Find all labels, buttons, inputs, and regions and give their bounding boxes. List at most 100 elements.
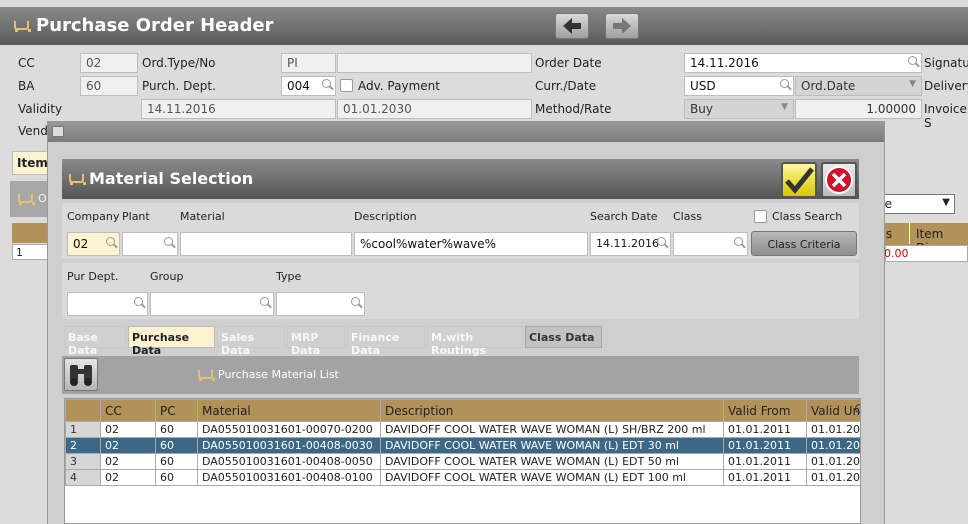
class-search-label: Class Search bbox=[772, 210, 843, 223]
cell-cc: 02 bbox=[100, 469, 156, 486]
search-icon[interactable] bbox=[134, 297, 143, 306]
class-label: Class bbox=[673, 210, 702, 223]
adv-payment-checkbox[interactable] bbox=[340, 79, 353, 92]
search-icon[interactable] bbox=[322, 79, 331, 88]
cc-field[interactable]: 02 bbox=[80, 53, 138, 73]
cc-label: CC bbox=[18, 56, 35, 70]
search-icon[interactable] bbox=[351, 297, 360, 306]
row-value: 0.00 bbox=[884, 247, 909, 260]
material-field[interactable] bbox=[180, 232, 352, 256]
orderdate-label: Order Date bbox=[535, 56, 602, 70]
column-rownum bbox=[65, 399, 101, 422]
window-icon bbox=[52, 126, 64, 137]
company-value: 02 bbox=[73, 237, 89, 251]
ba-label: BA bbox=[18, 79, 35, 93]
purdept-field[interactable] bbox=[67, 292, 148, 316]
cell-material: DA055010031601-00408-0050 bbox=[197, 453, 381, 470]
items-toolbar: O bbox=[10, 181, 48, 217]
orderdate-field[interactable]: 14.11.2016 bbox=[684, 53, 922, 73]
validity-label: Validity bbox=[18, 102, 63, 116]
method-select[interactable]: Buy ▼ bbox=[684, 99, 794, 119]
ba-field[interactable]: 60 bbox=[80, 76, 138, 96]
search-icon[interactable] bbox=[164, 237, 173, 246]
previous-button[interactable] bbox=[555, 13, 589, 39]
items-grid-header bbox=[12, 223, 48, 243]
purchdept-field[interactable]: 004 bbox=[281, 76, 336, 96]
search-icon[interactable] bbox=[260, 297, 269, 306]
toolbar-label: O bbox=[38, 192, 47, 205]
table-row[interactable]: 4 02 60 DA055010031601-00408-0100 DAVIDO… bbox=[65, 469, 860, 486]
items-grid-header-right: s Item Disc bbox=[885, 222, 968, 255]
class-field[interactable] bbox=[673, 232, 748, 256]
items-row-right: 0.00 bbox=[884, 245, 968, 262]
cell-material: DA055010031601-00408-0030 bbox=[197, 437, 381, 454]
class-criteria-button[interactable]: Class Criteria bbox=[751, 231, 857, 256]
validity-from-field[interactable]: 14.11.2016 bbox=[141, 99, 336, 119]
search-icon[interactable] bbox=[106, 237, 115, 246]
items-row-number[interactable]: 1 bbox=[12, 244, 48, 260]
column-material[interactable]: Material bbox=[197, 399, 381, 422]
column-valid-until-label: Valid Un bbox=[811, 403, 861, 418]
searchdate-field[interactable]: 14.11.2016 bbox=[590, 232, 671, 256]
group-field[interactable] bbox=[150, 292, 274, 316]
searchdate-value: 14.11.2016 bbox=[596, 237, 659, 250]
arrow-left-icon bbox=[563, 18, 581, 34]
search-icon[interactable] bbox=[855, 404, 860, 413]
search-icon[interactable] bbox=[780, 79, 789, 88]
currency-field[interactable]: USD bbox=[684, 76, 794, 96]
table-row[interactable]: 1 02 60 DA055010031601-00070-0200 DAVIDO… bbox=[65, 421, 860, 438]
tab-mrp-data[interactable]: MRP Data bbox=[287, 326, 345, 357]
description-field[interactable]: %cool%water%wave% bbox=[354, 232, 588, 256]
close-button[interactable] bbox=[821, 162, 857, 198]
search-icon[interactable] bbox=[657, 237, 666, 246]
validity-to-field[interactable]: 01.01.2030 bbox=[337, 99, 532, 119]
row-number: 3 bbox=[65, 453, 101, 470]
delivery-label: Delivery bbox=[924, 79, 968, 93]
material-selection-dialog: Material Selection Company 02 Plant Mate… bbox=[47, 121, 885, 524]
column-cc[interactable]: CC bbox=[100, 399, 156, 422]
dialog-titlebar[interactable] bbox=[48, 122, 884, 142]
row-number: 4 bbox=[65, 469, 101, 486]
tab-finance-data[interactable]: Finance Data bbox=[347, 326, 425, 357]
cell-cc: 02 bbox=[100, 421, 156, 438]
type-field[interactable] bbox=[276, 292, 365, 316]
row-number: 1 bbox=[65, 421, 101, 438]
search-icon[interactable] bbox=[908, 56, 917, 65]
confirm-button[interactable] bbox=[781, 162, 817, 198]
column-valid-until[interactable]: Valid Un bbox=[806, 399, 861, 422]
next-button[interactable] bbox=[605, 13, 639, 39]
checkmark-icon bbox=[785, 167, 814, 194]
class-search-checkbox[interactable] bbox=[754, 210, 767, 223]
tab-purchase-data[interactable]: Purchase Data bbox=[128, 326, 215, 357]
cell-description: DAVIDOFF COOL WATER WAVE WOMAN (L) EDT 3… bbox=[380, 437, 724, 454]
tab-mwith-routings[interactable]: M.with Routings bbox=[427, 326, 523, 357]
tab-sales-data[interactable]: Sales Data bbox=[217, 326, 285, 357]
tab-class-data[interactable]: Class Data bbox=[525, 326, 602, 348]
plant-field[interactable] bbox=[122, 232, 178, 256]
tab-items[interactable]: Items bbox=[12, 151, 55, 175]
column-pc[interactable]: PC bbox=[155, 399, 198, 422]
orderno-field[interactable] bbox=[337, 53, 532, 73]
list-toolbar: Purchase Material List bbox=[62, 356, 859, 394]
table-row[interactable]: 3 02 60 DA055010031601-00408-0050 DAVIDO… bbox=[65, 453, 860, 470]
company-field[interactable]: 02 bbox=[67, 232, 120, 256]
column-description[interactable]: Description bbox=[380, 399, 724, 422]
ordtype-label: Ord.Type/No bbox=[142, 56, 216, 70]
arrow-right-icon bbox=[613, 18, 631, 34]
searchdate-label: Search Date bbox=[590, 210, 658, 223]
cell-valid-from: 01.01.2011 bbox=[723, 437, 807, 454]
chevron-down-icon: ▼ bbox=[942, 197, 950, 208]
table-row[interactable]: 2 02 60 DA055010031601-00408-0030 DAVIDO… bbox=[65, 437, 860, 454]
search-list-button[interactable] bbox=[64, 358, 98, 391]
column-valid-from[interactable]: Valid From bbox=[723, 399, 807, 422]
cart-icon bbox=[67, 172, 86, 186]
ordtype-field[interactable]: PI bbox=[281, 53, 336, 73]
rate-field[interactable]: 1.00000 bbox=[795, 99, 922, 119]
orddate-select[interactable]: Ord.Date ▼ bbox=[795, 76, 922, 96]
column-s: s bbox=[886, 227, 893, 241]
tab-base-data[interactable]: Base Data bbox=[64, 326, 126, 357]
cell-valid-from: 01.01.2011 bbox=[723, 469, 807, 486]
cart-icon bbox=[196, 368, 215, 382]
cell-pc: 60 bbox=[155, 421, 198, 438]
search-icon[interactable] bbox=[734, 237, 743, 246]
